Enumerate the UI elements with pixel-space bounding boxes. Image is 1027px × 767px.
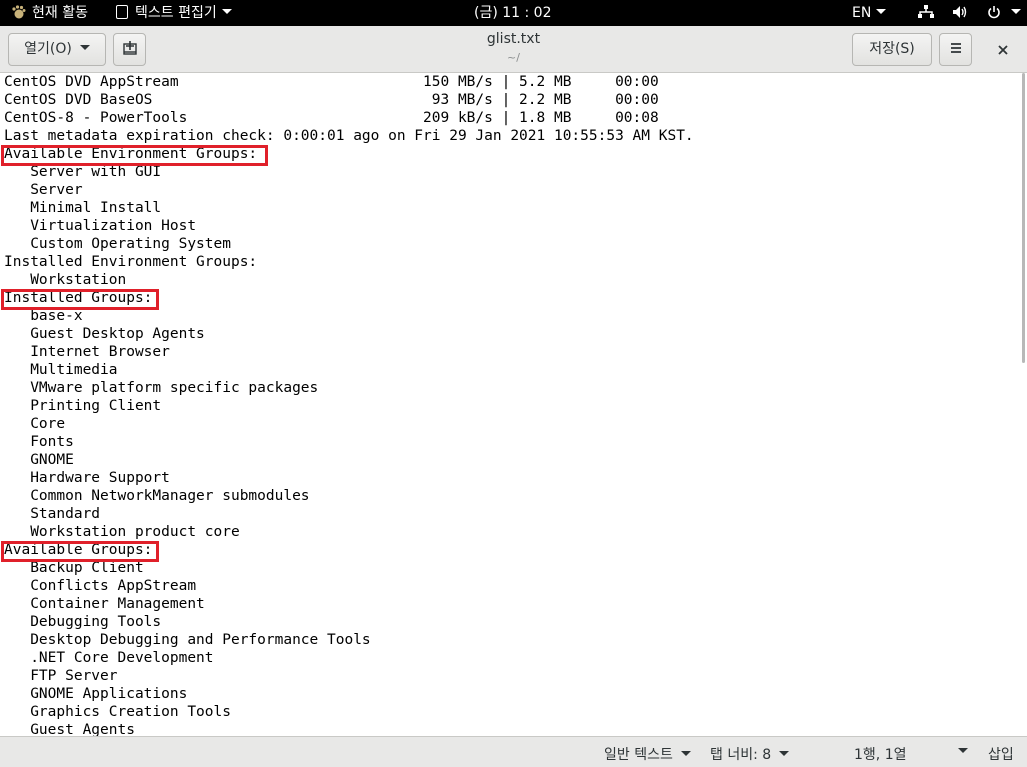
text-line: Desktop Debugging and Performance Tools (4, 632, 371, 648)
close-button[interactable] (988, 33, 1018, 66)
app-menu[interactable]: 텍스트 편집기 (116, 0, 232, 26)
text-line: FTP Server (4, 668, 118, 684)
activities-label: 현재 활동 (32, 5, 88, 21)
scrollbar[interactable] (1022, 73, 1025, 363)
text-line: Internet Browser (4, 344, 170, 360)
text-line: Common NetworkManager submodules (4, 488, 310, 504)
text-editor-icon (116, 5, 128, 19)
close-icon (998, 45, 1008, 55)
highlight-available-environment-groups (1, 145, 268, 166)
text-line: Installed Environment Groups: (4, 254, 258, 270)
text-line: GNOME Applications (4, 686, 188, 702)
text-content: CentOS DVD AppStream 150 MB/s | 5.2 MB 0… (4, 73, 694, 736)
status-bar: 일반 텍스트 탭 너비: 8 1행, 1열 삽입 (0, 736, 1027, 767)
power-icon (987, 0, 1001, 26)
chevron-down-icon (958, 748, 968, 753)
text-line: Fonts (4, 434, 74, 450)
text-line: Virtualization Host (4, 218, 197, 234)
text-line: Server (4, 182, 83, 198)
top-panel: 현재 활동 텍스트 편집기 (금) 11 : 02 EN (0, 0, 1027, 26)
text-line: Workstation product core (4, 524, 240, 540)
save-button[interactable]: 저장(S) (852, 33, 932, 66)
new-document-icon (122, 41, 137, 55)
text-line: CentOS-8 - PowerTools 209 kB/s | 1.8 MB … (4, 110, 659, 126)
tab-width-label: 탭 너비: 8 (710, 747, 772, 763)
volume-icon (952, 0, 968, 26)
language-mode-label: 일반 텍스트 (604, 747, 673, 763)
cursor-position[interactable]: 1행, 1열 (854, 744, 906, 764)
input-language-indicator[interactable]: EN (852, 0, 887, 26)
language-mode-selector[interactable]: 일반 텍스트 (604, 744, 691, 764)
text-line: CentOS DVD BaseOS 93 MB/s | 2.2 MB 00:00 (4, 92, 659, 108)
text-line: Container Management (4, 596, 205, 612)
text-line: CentOS DVD AppStream 150 MB/s | 5.2 MB 0… (4, 74, 659, 90)
text-line: VMware platform specific packages (4, 380, 319, 396)
highlight-installed-groups (1, 289, 159, 310)
text-line: Workstation (4, 272, 127, 288)
text-line: Graphics Creation Tools (4, 704, 231, 720)
chevron-down-icon (1011, 9, 1022, 14)
text-line: Last metadata expiration check: 0:00:01 … (4, 128, 694, 144)
clock[interactable]: (금) 11 : 02 (474, 0, 552, 26)
text-line: Minimal Install (4, 200, 162, 216)
text-line: Conflicts AppStream (4, 578, 197, 594)
text-line: Guest Agents (4, 722, 135, 736)
menu-button[interactable] (939, 33, 972, 66)
text-line: .NET Core Development (4, 650, 214, 666)
open-button[interactable]: 열기(O) (8, 33, 106, 66)
text-line: Hardware Support (4, 470, 170, 486)
text-line: Debugging Tools (4, 614, 162, 630)
text-line: Guest Desktop Agents (4, 326, 205, 342)
cursor-position-dropdown[interactable] (950, 744, 968, 760)
tab-width-selector[interactable]: 탭 너비: 8 (710, 744, 790, 764)
app-menu-label: 텍스트 편집기 (135, 5, 217, 21)
chevron-down-icon (221, 9, 232, 14)
new-document-button[interactable] (113, 33, 146, 66)
open-label: 열기(O) (24, 41, 72, 57)
text-editor-area[interactable]: CentOS DVD AppStream 150 MB/s | 5.2 MB 0… (0, 73, 1027, 736)
system-menu[interactable] (918, 0, 1027, 26)
chevron-down-icon (779, 751, 790, 756)
text-line: Standard (4, 506, 101, 522)
text-line: Custom Operating System (4, 236, 231, 252)
text-line: Core (4, 416, 66, 432)
network-icon (918, 0, 934, 26)
highlight-available-groups (1, 541, 159, 562)
chevron-down-icon (79, 45, 90, 50)
header-bar: glist.txt ~/ 열기(O) 저장(S) (0, 26, 1027, 73)
hamburger-icon (950, 43, 961, 53)
insert-mode-indicator: 삽입 (988, 747, 1014, 763)
input-language-label: EN (852, 5, 872, 21)
activities-button[interactable]: 현재 활동 (10, 0, 88, 26)
text-line: Multimedia (4, 362, 118, 378)
chevron-down-icon (876, 9, 887, 14)
chevron-down-icon (680, 751, 691, 756)
text-line: GNOME (4, 452, 74, 468)
gnome-foot-icon (12, 5, 26, 19)
text-line: Printing Client (4, 398, 162, 414)
